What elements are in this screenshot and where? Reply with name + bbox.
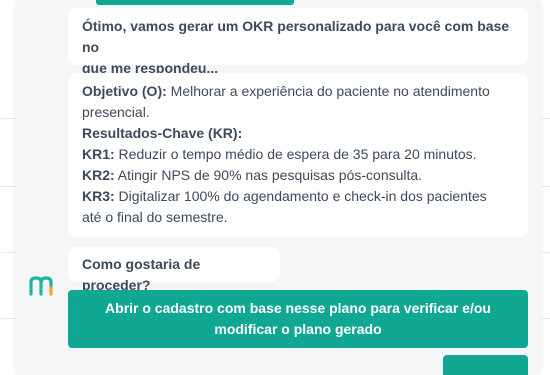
kr3-label: KR3: (82, 188, 115, 204)
question-message-bubble: Como gostaria de proceder? (68, 247, 280, 293)
kr1-text: Reduzir o tempo médio de espera de 35 pa… (114, 146, 477, 162)
objective-line: Objetivo (O): Melhorar a experiência do … (82, 81, 514, 102)
kr3-line: KR3: Digitalizar 100% do agendamento e c… (82, 186, 514, 207)
chat-panel: Ótimo, vamos gerar um OKR personalizado … (16, 0, 541, 375)
question-text: Como gostaria de proceder? (82, 256, 201, 293)
intro-message-bubble: Ótimo, vamos gerar um OKR personalizado … (68, 8, 528, 76)
chat-progress-bar (96, 0, 294, 5)
key-results-heading-text: Resultados-Chave (KR): (82, 125, 243, 141)
intro-message-line: Ótimo, vamos gerar um OKR personalizado … (82, 18, 510, 55)
objective-text-continued: presencial. (82, 104, 150, 120)
kr2-text: Atingir NPS de 90% nas pesquisas pós-con… (114, 167, 423, 183)
kr2-line: KR2: Atingir NPS de 90% nas pesquisas pó… (82, 165, 514, 186)
secondary-action-button[interactable] (443, 355, 528, 375)
assistant-logo-icon (28, 274, 58, 298)
open-registration-button[interactable]: Abrir o cadastro com base nesse plano pa… (68, 290, 528, 348)
kr2-label: KR2: (82, 167, 115, 183)
action-button-line: Abrir o cadastro com base nesse plano pa… (105, 300, 491, 316)
kr3-text: Digitalizar 100% do agendamento e check-… (114, 188, 487, 204)
objective-label: Objetivo (O): (82, 83, 167, 99)
action-button-line: modificar o plano gerado (214, 321, 382, 337)
okr-message-bubble: Objetivo (O): Melhorar a experiência do … (68, 73, 528, 237)
kr1-line: KR1: Reduzir o tempo médio de espera de … (82, 144, 514, 165)
key-results-heading: Resultados-Chave (KR): (82, 123, 514, 144)
kr3-text-continued: até o final do semestre. (82, 209, 228, 225)
objective-text: Melhorar a experiência do paciente no at… (166, 83, 490, 99)
kr1-label: KR1: (82, 146, 115, 162)
